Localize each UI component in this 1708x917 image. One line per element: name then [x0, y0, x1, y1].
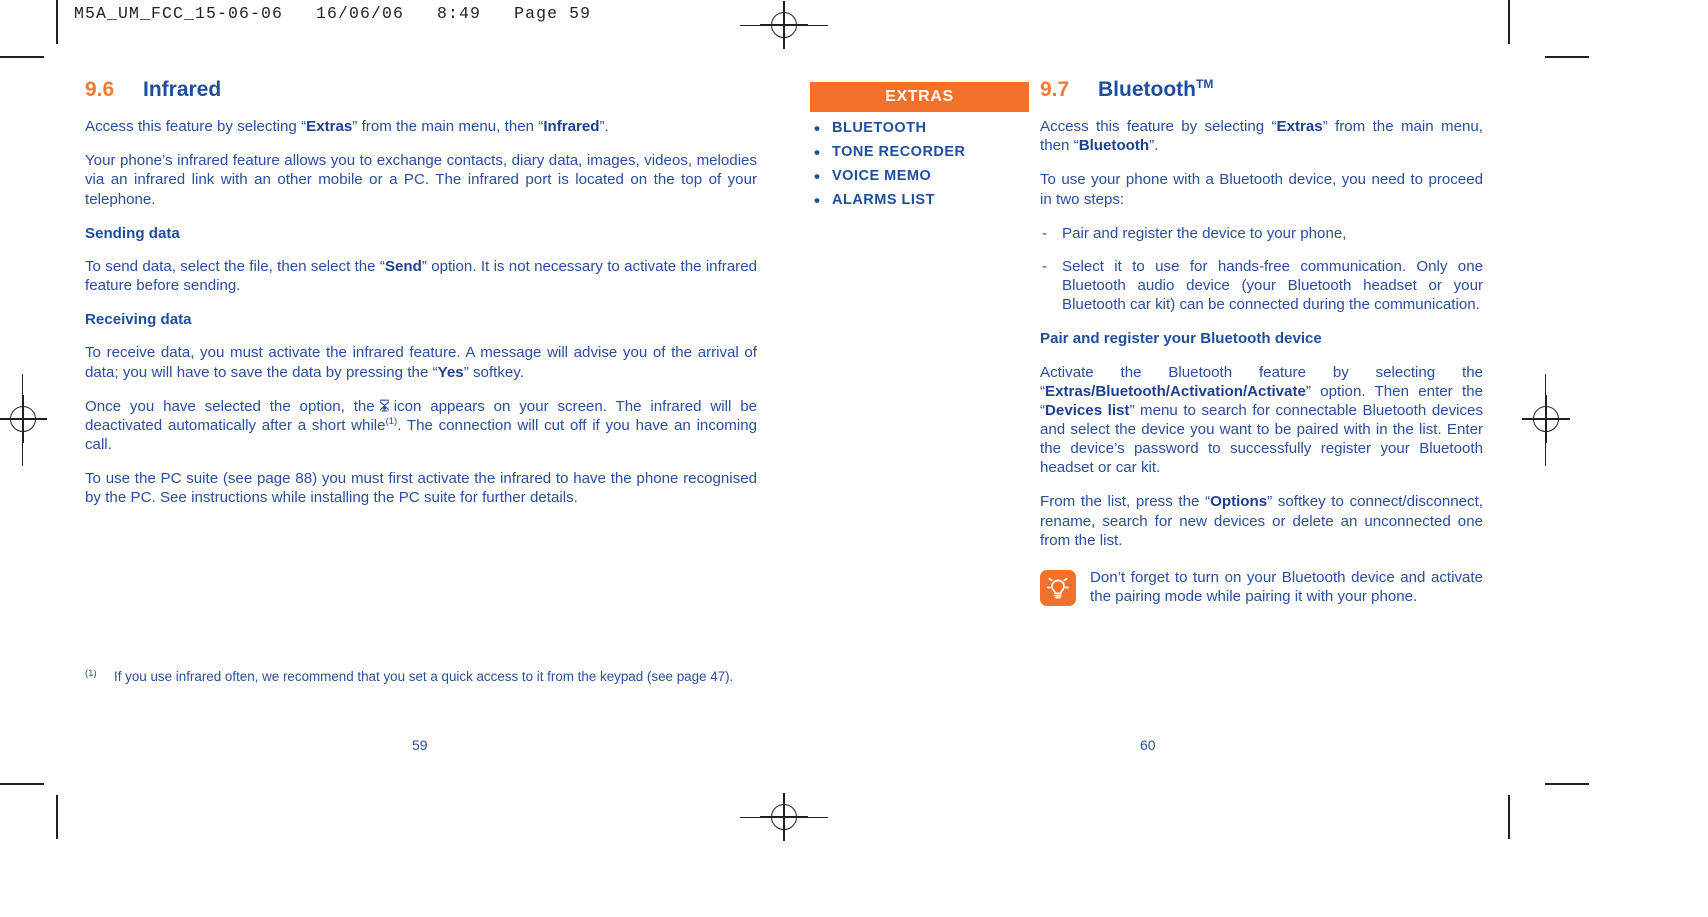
footnote-marker: (1) — [85, 668, 97, 679]
keyword-bluetooth: Bluetooth — [1078, 137, 1150, 155]
left-paragraph-overview: Your phone’s infrared feature allows you… — [85, 152, 757, 208]
crop-line-bottom-right-h — [1545, 783, 1589, 785]
keyword-extras: Extras — [306, 118, 353, 136]
left-paragraph-receiving: To receive data, you must activate the i… — [85, 343, 757, 381]
left-section-number: 9.6 — [85, 78, 115, 101]
t: ” from the main menu, then “ — [352, 118, 544, 136]
keyword-options: Options — [1210, 493, 1268, 511]
right-section-title: Bluetooth — [1098, 78, 1196, 101]
t: ”. — [1149, 137, 1159, 155]
infrared-icon — [378, 399, 391, 413]
right-subheading-pair: Pair and register your Bluetooth device — [1040, 330, 1322, 348]
prepress-header-text: M5A_UM_FCC_15-06-06 16/06/06 8:49 Page 5… — [74, 4, 592, 23]
left-subheading-sending: Sending data — [85, 224, 180, 242]
right-paragraph-options: From the list, press the “Options” softk… — [1040, 492, 1483, 549]
extras-panel-list: BLUETOOTH TONE RECORDER VOICE MEMO ALARM… — [810, 119, 1029, 216]
left-paragraph-access: Access this feature by selecting “Extras… — [85, 117, 757, 136]
t: Access this feature by selecting “ — [1040, 118, 1277, 136]
left-paragraph-deactivation: Once you have selected the option, the ic… — [85, 397, 757, 455]
footnote-marker-inline: (1) — [385, 415, 398, 427]
extras-list-item[interactable]: VOICE MEMO — [810, 167, 1029, 187]
t: ”. — [599, 118, 609, 136]
keyword-infrared: Infrared — [543, 118, 600, 136]
t: Once you have selected the option, the — [85, 397, 375, 415]
keyword-extras: Extras — [1276, 118, 1323, 136]
left-section-title: Infrared — [143, 78, 222, 101]
crop-line-left-top — [56, 0, 58, 44]
extras-list-item[interactable]: BLUETOOTH — [810, 119, 1029, 139]
right-paragraph-activate: Activate the Bluetooth feature by select… — [1040, 363, 1483, 478]
keyword-yes: Yes — [437, 363, 464, 381]
crop-line-top-right-h — [1545, 56, 1589, 58]
crop-line-right-bottom — [1508, 795, 1510, 839]
keyword-devices-list: Devices list — [1045, 401, 1130, 419]
step-list-item: - Select it to use for hands-free communi… — [1040, 257, 1483, 314]
left-footnote: (1) If you use infrared often, we recomm… — [85, 668, 757, 685]
left-paragraph-sending: To send data, select the file, then sele… — [85, 257, 757, 295]
footnote-text: If you use infrared often, we recommend … — [114, 669, 734, 684]
trademark-mark: TM — [1195, 77, 1214, 91]
crop-line-bottom-left-h — [0, 783, 44, 785]
folio-left: 59 — [412, 737, 428, 753]
extras-panel-title: EXTRAS — [885, 88, 954, 105]
left-paragraph-pcsuite: To use the PC suite (see page 88) you mu… — [85, 470, 757, 507]
right-section-heading: 9.7 BluetoothTM — [1040, 77, 1483, 101]
left-section-heading: 9.6 Infrared — [85, 78, 757, 101]
crop-line-left-bottom — [56, 795, 58, 839]
left-page-column: 9.6 Infrared Access this feature by selec… — [85, 78, 757, 507]
dash-marker: - — [1042, 257, 1048, 275]
step-list-item: - Pair and register the device to your ph… — [1040, 224, 1483, 243]
right-section-number: 9.7 — [1040, 78, 1070, 101]
folio-right: 60 — [1140, 737, 1156, 753]
extras-list-item[interactable]: ALARMS LIST — [810, 191, 1029, 211]
t: From the list, press the “ — [1040, 493, 1211, 511]
step-text: Pair and register the device to your pho… — [1062, 224, 1347, 242]
step-text: Select it to use for hands-free communic… — [1062, 257, 1483, 314]
tip-note-text: Don’t forget to turn on your Bluetooth d… — [1090, 568, 1483, 606]
lightbulb-tip-icon — [1040, 569, 1076, 606]
dash-marker: - — [1042, 224, 1048, 242]
crop-line-right-top — [1508, 0, 1510, 44]
extras-panel-header: EXTRAS — [810, 82, 1029, 112]
manual-page-spread: M5A_UM_FCC_15-06-06 16/06/06 8:49 Page 5… — [0, 0, 1708, 917]
t: Access this feature by selecting “ — [85, 118, 307, 136]
t: To receive data, you must activate the i… — [85, 344, 757, 381]
tip-note: Don’t forget to turn on your Bluetooth d… — [1040, 568, 1483, 606]
right-steps-list: - Pair and register the device to your ph… — [1040, 224, 1483, 315]
t: To send data, select the file, then sele… — [85, 257, 385, 275]
extras-list-item[interactable]: TONE RECORDER — [810, 143, 1029, 163]
crop-line-top-left-h — [0, 56, 44, 58]
left-subheading-receiving: Receiving data — [85, 311, 192, 329]
t: ” softkey. — [463, 363, 524, 381]
right-paragraph-access: Access this feature by selecting “Extras… — [1040, 117, 1483, 155]
right-paragraph-twosteps: To use your phone with a Bluetooth devic… — [1040, 171, 1483, 208]
right-page-column: 9.7 BluetoothTM Access this feature by se… — [1040, 77, 1483, 606]
keyword-send: Send — [384, 257, 422, 275]
keyword-menu-path: Extras/Bluetooth/Activation/Activate — [1045, 382, 1306, 400]
